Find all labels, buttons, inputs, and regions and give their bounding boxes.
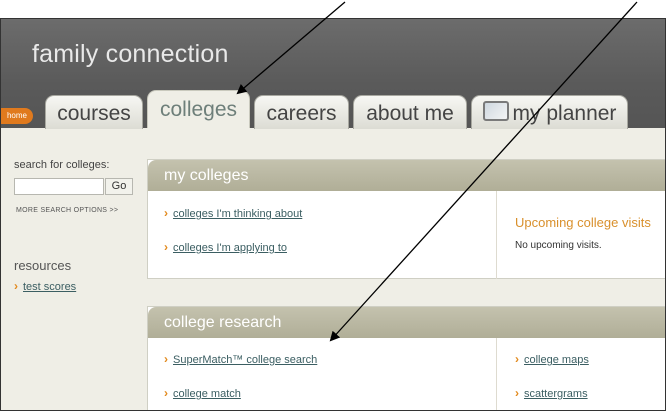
go-button[interactable]: Go [105, 178, 133, 195]
chevron-right-icon: › [515, 352, 519, 366]
sidebar: search for colleges: Go MORE SEARCH OPTI… [1, 128, 141, 410]
app-title: family connection [32, 40, 229, 68]
college-match-link[interactable]: college match [173, 388, 241, 400]
tab-courses[interactable]: courses [45, 95, 143, 129]
list-item[interactable]: › colleges I'm applying to [164, 240, 287, 254]
colleges-applying-to-link[interactable]: colleges I'm applying to [173, 242, 287, 254]
chevron-right-icon: › [515, 386, 519, 400]
chevron-right-icon: › [164, 240, 168, 254]
list-item[interactable]: › scattergrams [515, 386, 588, 400]
home-button[interactable]: home [1, 108, 33, 124]
search-label: search for colleges: [14, 159, 110, 171]
upcoming-visits-heading: Upcoming college visits [515, 215, 651, 230]
my-colleges-panel: my colleges › colleges I'm thinking about… [147, 159, 665, 279]
panel-divider [496, 191, 497, 279]
college-maps-link[interactable]: college maps [524, 354, 589, 366]
chevron-right-icon: › [14, 279, 18, 293]
chevron-right-icon: › [164, 206, 168, 220]
panel-divider [496, 338, 497, 410]
list-item[interactable]: › SuperMatch™ college search [164, 352, 317, 366]
tab-label: about me [366, 102, 454, 125]
panel-title: my colleges [148, 160, 665, 191]
tab-label: courses [57, 102, 131, 125]
resources-heading: resources [14, 258, 72, 273]
planner-icon [482, 101, 509, 121]
tab-my-planner[interactable]: my planner [471, 95, 628, 129]
tab-colleges[interactable]: colleges [147, 90, 250, 128]
tab-about-me[interactable]: about me [353, 95, 467, 129]
list-item[interactable]: › college maps [515, 352, 589, 366]
list-item[interactable]: › college match [164, 386, 241, 400]
tab-label: my planner [512, 102, 617, 125]
app-frame: family connection home courses colleges … [0, 18, 666, 411]
tab-careers[interactable]: careers [254, 95, 349, 129]
tab-label: careers [266, 102, 337, 125]
colleges-thinking-about-link[interactable]: colleges I'm thinking about [173, 208, 302, 220]
test-scores-link[interactable]: test scores [23, 281, 76, 293]
upcoming-visits-text: No upcoming visits. [515, 240, 602, 251]
college-search-input[interactable] [14, 178, 104, 195]
supermatch-link[interactable]: SuperMatch™ college search [173, 354, 317, 366]
more-search-options-link[interactable]: MORE SEARCH OPTIONS >> [16, 207, 118, 214]
app-header: family connection home courses colleges … [1, 19, 665, 129]
chevron-right-icon: › [164, 386, 168, 400]
list-item[interactable]: › colleges I'm thinking about [164, 206, 302, 220]
college-research-panel: college research › SuperMatch™ college se… [147, 306, 665, 410]
chevron-right-icon: › [164, 352, 168, 366]
resource-item[interactable]: › test scores [14, 279, 76, 293]
tab-label: colleges [159, 98, 238, 121]
panel-title: college research [148, 307, 665, 338]
scattergrams-link[interactable]: scattergrams [524, 388, 588, 400]
